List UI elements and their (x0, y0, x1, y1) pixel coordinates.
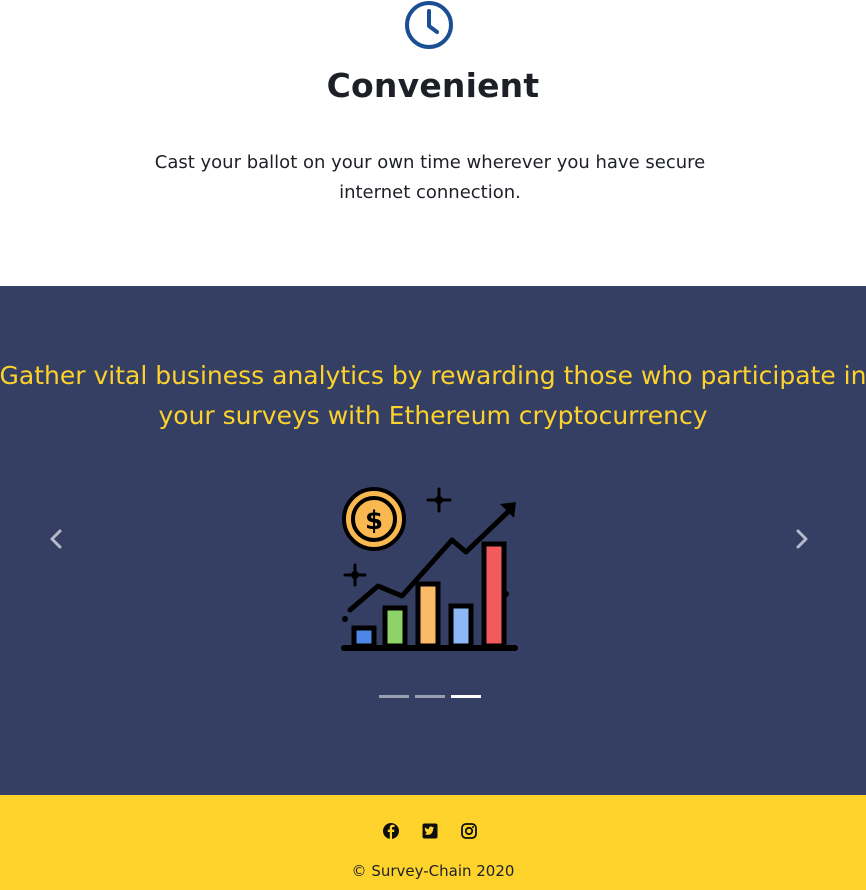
carousel-headline-line2: your surveys with Ethereum cryptocurrenc… (158, 401, 708, 430)
clock-icon (405, 1, 453, 49)
twitter-icon[interactable] (421, 822, 439, 840)
feature-section: Convenient Cast your ballot on your own … (0, 0, 866, 286)
chevron-left-icon (50, 529, 62, 549)
carousel-indicator-2[interactable] (415, 695, 445, 698)
feature-description: Cast your ballot on your own time wherev… (154, 152, 706, 203)
feature-title: Convenient (326, 66, 540, 105)
instagram-icon[interactable] (460, 822, 478, 840)
carousel-headline-line1: Gather vital business analytics by rewar… (0, 361, 866, 390)
carousel-indicators (377, 695, 483, 701)
copyright-text: © Survey-Chain 2020 (351, 862, 515, 880)
facebook-icon[interactable] (382, 822, 400, 840)
carousel-headline: Gather vital business analytics by rewar… (0, 356, 866, 436)
carousel-indicator-1[interactable] (379, 695, 409, 698)
carousel: Gather vital business analytics by rewar… (0, 286, 866, 795)
svg-text:$: $ (365, 506, 383, 536)
footer: © Survey-Chain 2020 (0, 795, 866, 890)
growth-chart-dollar-icon: $ (341, 487, 518, 651)
chevron-right-icon (796, 529, 808, 549)
carousel-indicator-3[interactable] (451, 695, 481, 698)
carousel-next-button[interactable] (784, 522, 818, 556)
carousel-prev-button[interactable] (40, 522, 74, 556)
